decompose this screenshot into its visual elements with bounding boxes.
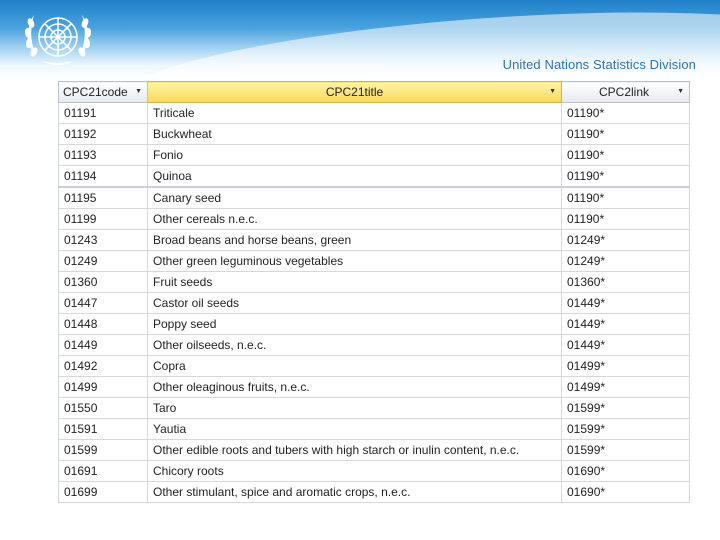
cell-cpc21title[interactable]: Other green leguminous vegetables — [147, 250, 562, 272]
table-row[interactable]: 01447 Castor oil seeds 01449* — [58, 292, 690, 314]
cell-cpc21title[interactable]: Other oilseeds, n.e.c. — [147, 334, 562, 356]
table-row[interactable]: 01199 Other cereals n.e.c. 01190* — [58, 208, 690, 230]
cell-cpc2link[interactable]: 01449* — [561, 334, 690, 356]
column-header-cpc21code[interactable]: CPC21code ▼ — [58, 81, 148, 103]
cell-cpc21code[interactable]: 01447 — [58, 292, 148, 314]
cell-cpc21code[interactable]: 01243 — [58, 229, 148, 251]
cell-cpc21title[interactable]: Triticale — [147, 102, 562, 124]
cell-cpc2link[interactable]: 01190* — [561, 165, 690, 188]
table-row[interactable]: 01599 Other edible roots and tubers with … — [58, 439, 690, 461]
dropdown-arrow-icon[interactable]: ▼ — [549, 88, 556, 95]
cell-cpc21code[interactable]: 01699 — [58, 481, 148, 503]
table-row[interactable]: 01448 Poppy seed 01449* — [58, 313, 690, 335]
column-header-label: CPC21title — [325, 85, 384, 99]
un-emblem-icon — [24, 15, 92, 65]
cell-cpc21code[interactable]: 01360 — [58, 271, 148, 293]
column-header-label: CPC21code — [63, 85, 128, 99]
division-title: United Nations Statistics Division — [502, 57, 696, 72]
table-body: 01191 Triticale 01190* 01192 Buckwheat 01190*… — [58, 102, 690, 503]
cell-cpc2link[interactable]: 01249* — [561, 229, 690, 251]
cell-cpc21title[interactable]: Taro — [147, 397, 562, 419]
cell-cpc2link[interactable]: 01599* — [561, 439, 690, 461]
cell-cpc21title[interactable]: Quinoa — [147, 165, 562, 188]
table-row[interactable]: 01492 Copra 01499* — [58, 355, 690, 377]
cell-cpc21code[interactable]: 01194 — [58, 165, 148, 188]
cell-cpc21code[interactable]: 01499 — [58, 376, 148, 398]
table-row[interactable]: 01249 Other green leguminous vegetables 01… — [58, 250, 690, 272]
column-header-label: CPC2link — [598, 85, 649, 99]
cell-cpc2link[interactable]: 01449* — [561, 313, 690, 335]
cell-cpc21code[interactable]: 01492 — [58, 355, 148, 377]
column-header-cpc2link[interactable]: CPC2link ▼ — [561, 81, 690, 103]
cell-cpc21code[interactable]: 01195 — [58, 186, 148, 209]
cell-cpc21title[interactable]: Fruit seeds — [147, 271, 562, 293]
column-header-cpc21title[interactable]: CPC21title ▼ — [147, 81, 562, 103]
slide-header: United Nations Statistics Division — [0, 0, 720, 80]
cell-cpc2link[interactable]: 01249* — [561, 250, 690, 272]
cell-cpc21code[interactable]: 01599 — [58, 439, 148, 461]
cell-cpc2link[interactable]: 01190* — [561, 144, 690, 166]
cpc-correspondence-table: CPC21code ▼ CPC21title ▼ CPC2link ▼ 0119… — [58, 81, 690, 503]
cell-cpc21title[interactable]: Yautia — [147, 418, 562, 440]
cell-cpc21title[interactable]: Fonio — [147, 144, 562, 166]
table-header-row: CPC21code ▼ CPC21title ▼ CPC2link ▼ — [58, 81, 690, 103]
cell-cpc2link[interactable]: 01190* — [561, 186, 690, 209]
cell-cpc2link[interactable]: 01690* — [561, 460, 690, 482]
cell-cpc21title[interactable]: Canary seed — [147, 186, 562, 209]
cell-cpc21code[interactable]: 01192 — [58, 123, 148, 145]
table-row[interactable]: 01191 Triticale 01190* — [58, 102, 690, 124]
dropdown-arrow-icon[interactable]: ▼ — [677, 88, 684, 95]
table-row[interactable]: 01193 Fonio 01190* — [58, 144, 690, 166]
cell-cpc21title[interactable]: Copra — [147, 355, 562, 377]
cell-cpc21title[interactable]: Castor oil seeds — [147, 292, 562, 314]
cell-cpc21code[interactable]: 01550 — [58, 397, 148, 419]
cell-cpc2link[interactable]: 01190* — [561, 102, 690, 124]
cell-cpc2link[interactable]: 01360* — [561, 271, 690, 293]
table-row[interactable]: 01195 Canary seed 01190* — [58, 186, 690, 209]
table-row[interactable]: 01192 Buckwheat 01190* — [58, 123, 690, 145]
cell-cpc21title[interactable]: Other edible roots and tubers with high … — [147, 439, 562, 461]
cell-cpc21code[interactable]: 01448 — [58, 313, 148, 335]
cell-cpc21code[interactable]: 01191 — [58, 102, 148, 124]
table-row[interactable]: 01499 Other oleaginous fruits, n.e.c. 0149… — [58, 376, 690, 398]
cell-cpc21code[interactable]: 01591 — [58, 418, 148, 440]
cell-cpc21title[interactable]: Poppy seed — [147, 313, 562, 335]
cell-cpc21title[interactable]: Buckwheat — [147, 123, 562, 145]
cell-cpc21code[interactable]: 01193 — [58, 144, 148, 166]
cell-cpc21code[interactable]: 01249 — [58, 250, 148, 272]
cell-cpc21code[interactable]: 01691 — [58, 460, 148, 482]
table-row[interactable]: 01691 Chicory roots 01690* — [58, 460, 690, 482]
cell-cpc21title[interactable]: Chicory roots — [147, 460, 562, 482]
cell-cpc2link[interactable]: 01499* — [561, 376, 690, 398]
cell-cpc21title[interactable]: Other oleaginous fruits, n.e.c. — [147, 376, 562, 398]
table-row[interactable]: 01550 Taro 01599* — [58, 397, 690, 419]
table-row[interactable]: 01194 Quinoa 01190* — [58, 165, 690, 188]
cell-cpc2link[interactable]: 01499* — [561, 355, 690, 377]
cell-cpc21code[interactable]: 01449 — [58, 334, 148, 356]
cell-cpc2link[interactable]: 01190* — [561, 123, 690, 145]
cell-cpc2link[interactable]: 01599* — [561, 418, 690, 440]
table-row[interactable]: 01243 Broad beans and horse beans, green 0… — [58, 229, 690, 251]
table-row[interactable]: 01449 Other oilseeds, n.e.c. 01449* — [58, 334, 690, 356]
cell-cpc21title[interactable]: Broad beans and horse beans, green — [147, 229, 562, 251]
cell-cpc21title[interactable]: Other cereals n.e.c. — [147, 208, 562, 230]
cell-cpc2link[interactable]: 01449* — [561, 292, 690, 314]
cell-cpc2link[interactable]: 01690* — [561, 481, 690, 503]
cell-cpc21title[interactable]: Other stimulant, spice and aromatic crop… — [147, 481, 562, 503]
cell-cpc21code[interactable]: 01199 — [58, 208, 148, 230]
table-row[interactable]: 01591 Yautia 01599* — [58, 418, 690, 440]
table-row[interactable]: 01699 Other stimulant, spice and aromatic… — [58, 481, 690, 503]
cell-cpc2link[interactable]: 01599* — [561, 397, 690, 419]
table-row[interactable]: 01360 Fruit seeds 01360* — [58, 271, 690, 293]
dropdown-arrow-icon[interactable]: ▼ — [135, 88, 142, 95]
cell-cpc2link[interactable]: 01190* — [561, 208, 690, 230]
